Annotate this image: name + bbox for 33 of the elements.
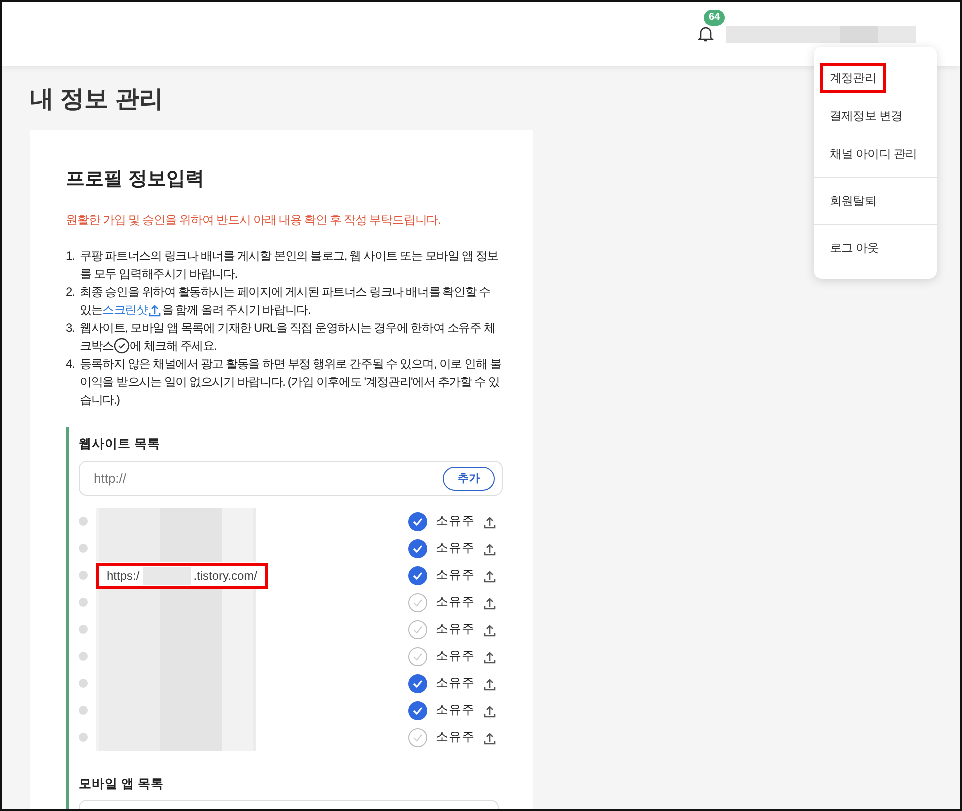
instruction-text: 등록하지 않은 채널에서 광고 활동을 하면 부정 행위로 간주될 수 있으며, 이로 인해 불이익을 받으시는 일이 없으시기 바랍니다. (가입 이후에도 '계정관리'에서 추가할 수 있습니다.) <box>80 356 502 408</box>
instruction-text: 최종 승인을 위하여 활동하시는 페이지에 게시된 파트너스 링크나 배너를 확인할 수 있는스크린샷 을 함께 올려 주시기 바랍니다. <box>80 284 492 318</box>
owner-label: 소유주 <box>436 540 475 558</box>
menu-item[interactable]: 계정관리 <box>820 63 886 93</box>
instruction-text: 웹사이트, 모바일 앱 목록에 기재한 URL을 직접 운영하시는 경우에 한하여 소유주 체크박스 에 체크해 주세요. <box>80 320 496 354</box>
add-button[interactable]: 추가 <box>443 466 495 491</box>
menu-item[interactable]: 채널 아이디 관리 <box>820 139 928 169</box>
url-input-field[interactable]: http:// 추가 <box>79 461 503 496</box>
menu-item[interactable]: 회원탈퇴 <box>820 186 886 216</box>
list-number: 4. <box>66 356 76 372</box>
notice-text: 원활한 가입 및 승인을 위하여 반드시 아래 내용 확인 후 작성 부탁드립니다. <box>66 212 441 228</box>
card-title: 프로필 정보입력 <box>66 168 206 192</box>
list-number: 1. <box>66 248 76 264</box>
owner-label: 소유주 <box>436 621 475 638</box>
owner-label: 소유주 <box>436 648 475 666</box>
list-number: 2. <box>66 284 76 300</box>
owner-label: 소유주 <box>436 567 475 584</box>
url-text: .tistory.com/ <box>192 568 258 585</box>
owner-label: 소유주 <box>436 702 475 720</box>
notification-badge: 64 <box>704 10 726 26</box>
menu-item[interactable]: 로그 아웃 <box>820 233 890 263</box>
url-text: https:/ <box>106 568 141 585</box>
owner-label: 소유주 <box>436 594 475 612</box>
list-number: 3. <box>66 320 76 336</box>
instruction-text: 쿠팡 파트너스의 링크나 배너를 게시할 본인의 블로그, 웹 사이트 또는 모바일 앱 정보를 모두 입력해주시기 바랍니다. <box>80 248 500 282</box>
page-title: 내 정보 관리 <box>30 85 164 115</box>
owner-label: 소유주 <box>436 513 475 530</box>
screenshot-link[interactable]: 스크린샷 <box>102 302 148 316</box>
owner-label: 소유주 <box>436 675 475 692</box>
section-title: 웹사이트 목록 <box>79 436 160 452</box>
menu-item[interactable]: 결제정보 변경 <box>820 101 913 131</box>
section-title: 모바일 앱 목록 <box>79 776 164 794</box>
owner-label: 소유주 <box>436 729 475 746</box>
